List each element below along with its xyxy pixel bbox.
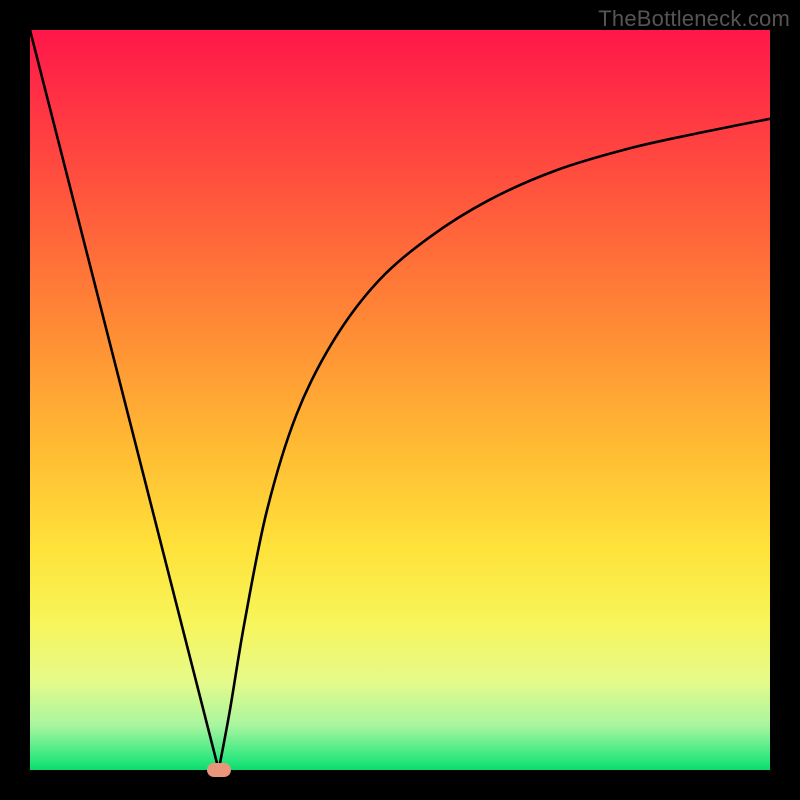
watermark-text: TheBottleneck.com <box>598 6 790 32</box>
optimal-point-marker <box>207 763 231 777</box>
chart-frame <box>30 30 770 770</box>
bottleneck-chart <box>30 30 770 770</box>
